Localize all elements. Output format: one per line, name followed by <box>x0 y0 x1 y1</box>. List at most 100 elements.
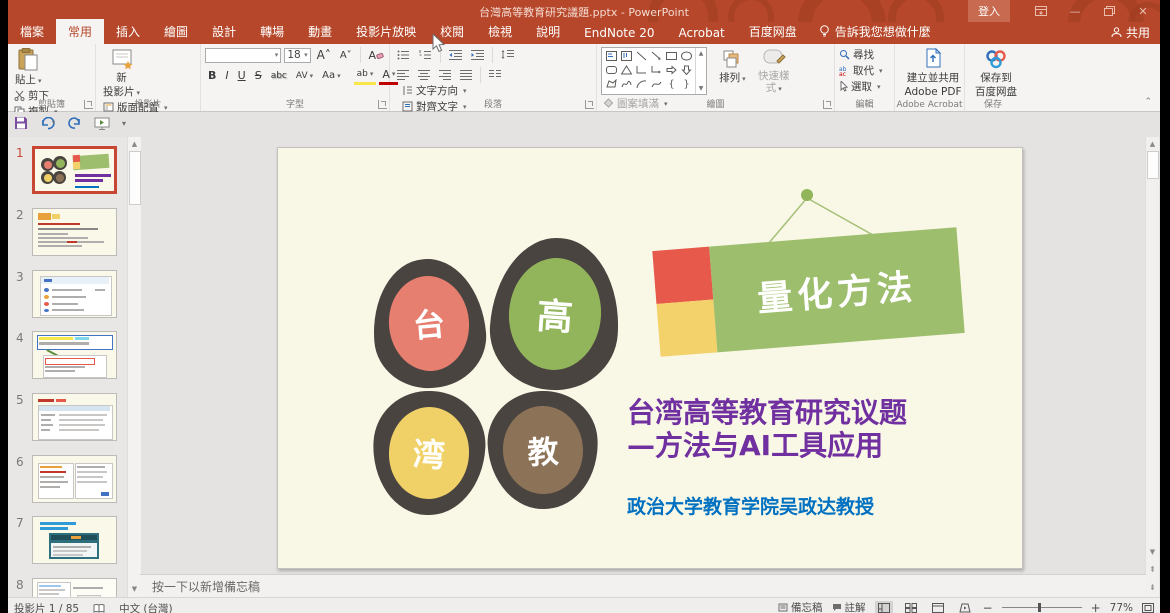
text-box-icon[interactable] <box>604 49 619 63</box>
columns-icon[interactable] <box>486 67 504 83</box>
slide-subtitle-textbox[interactable]: 政治大学教育学院吴政达教授 <box>627 492 874 519</box>
thumbnail-preview[interactable] <box>32 516 117 564</box>
zoom-slider[interactable] <box>1002 601 1082 613</box>
justify-icon[interactable] <box>457 67 475 83</box>
previous-slide-button[interactable]: ⇞ <box>1146 563 1159 576</box>
slide-thumbnail-8[interactable]: 8 <box>8 578 127 597</box>
slide-thumbnail-5[interactable]: 5 <box>8 393 127 441</box>
tab-view[interactable]: 檢視 <box>476 19 524 44</box>
line-spacing-icon[interactable] <box>498 47 517 63</box>
decrease-indent-icon[interactable] <box>446 47 465 63</box>
thumbnail-preview[interactable] <box>32 455 117 503</box>
language-indicator[interactable]: 中文 (台灣) <box>119 601 173 613</box>
rectangle-shape-icon[interactable] <box>664 49 679 63</box>
vertical-text-box-icon[interactable] <box>619 49 634 63</box>
shrink-font-button[interactable]: A˅ <box>337 47 355 63</box>
find-button[interactable]: 尋找 <box>839 47 883 62</box>
bullets-icon[interactable] <box>394 47 413 63</box>
restore-button[interactable] <box>1092 0 1126 22</box>
next-slide-button[interactable]: ⇟ <box>1146 581 1159 594</box>
align-left-icon[interactable] <box>394 67 412 83</box>
shape-circle-gao[interactable]: 高 <box>486 234 624 395</box>
font-dialog-launcher[interactable] <box>378 100 387 109</box>
italic-button[interactable]: I <box>222 68 231 84</box>
shape-circle-tai[interactable]: 台 <box>368 254 491 392</box>
character-spacing-button[interactable]: AV <box>293 68 316 84</box>
ribbon-display-options-button[interactable] <box>1024 0 1058 22</box>
notes-pane[interactable]: 按一下以新增備忘稿 <box>140 574 1146 597</box>
slide-thumbnail-2[interactable]: 2 <box>8 208 127 256</box>
tab-slideshow[interactable]: 投影片放映 <box>344 19 428 44</box>
clear-formatting-button[interactable]: A <box>365 47 387 63</box>
clipboard-dialog-launcher[interactable] <box>84 100 93 109</box>
sign-in-button[interactable]: 登入 <box>968 0 1010 22</box>
slideshow-view-button[interactable] <box>956 601 974 613</box>
elbow-arrow-connector-icon[interactable] <box>649 63 664 77</box>
zoom-level[interactable]: 77% <box>1110 602 1133 613</box>
text-shadow-button[interactable]: abc <box>268 68 290 84</box>
change-case-button[interactable]: Aa <box>319 68 343 84</box>
increase-indent-icon[interactable] <box>468 47 487 63</box>
slide-thumbnail-1[interactable]: 1 <box>8 146 127 194</box>
save-to-baidu-button[interactable]: 保存到 百度网盘 <box>969 47 1023 99</box>
thumbnail-preview[interactable] <box>32 393 117 441</box>
normal-view-button[interactable] <box>875 601 893 613</box>
elbow-connector-icon[interactable] <box>634 63 649 77</box>
tab-animations[interactable]: 動畫 <box>296 19 344 44</box>
right-brace-shape-icon[interactable]: } <box>679 77 694 91</box>
replace-button[interactable]: abac 取代 <box>839 63 883 78</box>
shape-hanging-sign[interactable]: 量化方法 <box>652 227 964 357</box>
new-slide-button[interactable]: 新 投影片 <box>100 47 143 100</box>
tab-draw[interactable]: 繪圖 <box>152 19 200 44</box>
drawing-dialog-launcher[interactable] <box>823 100 832 109</box>
thumbnail-preview[interactable] <box>32 578 117 597</box>
shapes-gallery-scrollbar[interactable]: ▲▼ <box>695 48 706 94</box>
zoom-in-button[interactable]: + <box>1091 601 1101 613</box>
create-pdf-button[interactable]: 建立並共用 Adobe PDF <box>899 47 967 99</box>
align-right-icon[interactable] <box>436 67 454 83</box>
zoom-slider-knob[interactable] <box>1038 603 1041 612</box>
thumbnail-preview[interactable] <box>32 146 117 194</box>
grow-font-button[interactable]: A˄ <box>314 47 334 63</box>
slide-thumbnail-3[interactable]: 3 <box>8 270 127 318</box>
thumbnail-scrollbar[interactable]: ▲ ▼ <box>127 137 141 597</box>
comments-toggle-button[interactable]: 註解 <box>832 600 866 613</box>
notes-toggle-button[interactable]: 備忘稿 <box>778 600 823 613</box>
shapes-gallery[interactable]: { } ▲▼ <box>601 47 707 95</box>
oval-shape-icon[interactable] <box>679 49 694 63</box>
arrange-button[interactable]: 排列 <box>716 47 749 86</box>
font-name-input[interactable] <box>208 49 275 61</box>
redo-button[interactable] <box>68 117 82 130</box>
slide-thumbnail-6[interactable]: 6 <box>8 455 127 503</box>
freeform-shape-icon[interactable] <box>604 77 619 91</box>
minimize-button[interactable]: — <box>1058 0 1092 22</box>
proofing-icon[interactable] <box>93 603 105 613</box>
font-name-combo[interactable]: ▾ <box>205 48 281 63</box>
share-button[interactable]: 共用 <box>1111 24 1150 41</box>
tab-endnote[interactable]: EndNote 20 <box>572 22 666 44</box>
font-size-input[interactable] <box>287 49 304 61</box>
shape-circle-wan[interactable]: 湾 <box>370 388 488 518</box>
slide-counter[interactable]: 投影片 1 / 85 <box>14 601 79 613</box>
curve-shape-icon[interactable] <box>649 77 664 91</box>
main-scroll-up-icon[interactable]: ▲ <box>1146 137 1159 150</box>
tab-design[interactable]: 設計 <box>200 19 248 44</box>
undo-button[interactable]: ▾ <box>40 117 56 130</box>
down-arrow-shape-icon[interactable] <box>679 63 694 77</box>
main-scrollbar-thumb[interactable] <box>1147 151 1159 179</box>
arc-shape-icon[interactable] <box>634 77 649 91</box>
tab-transitions[interactable]: 轉場 <box>248 19 296 44</box>
shape-circle-jiao[interactable]: 教 <box>485 388 601 512</box>
thumbnail-preview[interactable] <box>32 331 117 379</box>
slide-thumbnail-4[interactable]: 4 <box>8 331 127 379</box>
collapse-ribbon-button[interactable]: ⌃ <box>1144 97 1152 107</box>
align-center-icon[interactable] <box>415 67 433 83</box>
slide-title-textbox[interactable]: 台湾高等教育研究议题 —方法与AI工具应用 <box>627 396 907 462</box>
arrow-shape-icon[interactable] <box>649 49 664 63</box>
tell-me-box[interactable]: 告訴我您想做什麼 <box>809 19 941 44</box>
fit-to-window-icon[interactable] <box>1142 603 1154 613</box>
tab-home[interactable]: 常用 <box>56 19 104 44</box>
strikethrough-button[interactable]: S <box>252 68 265 84</box>
close-button[interactable]: ✕ <box>1126 0 1160 22</box>
text-direction-button[interactable]: 文字方向 <box>402 83 507 98</box>
